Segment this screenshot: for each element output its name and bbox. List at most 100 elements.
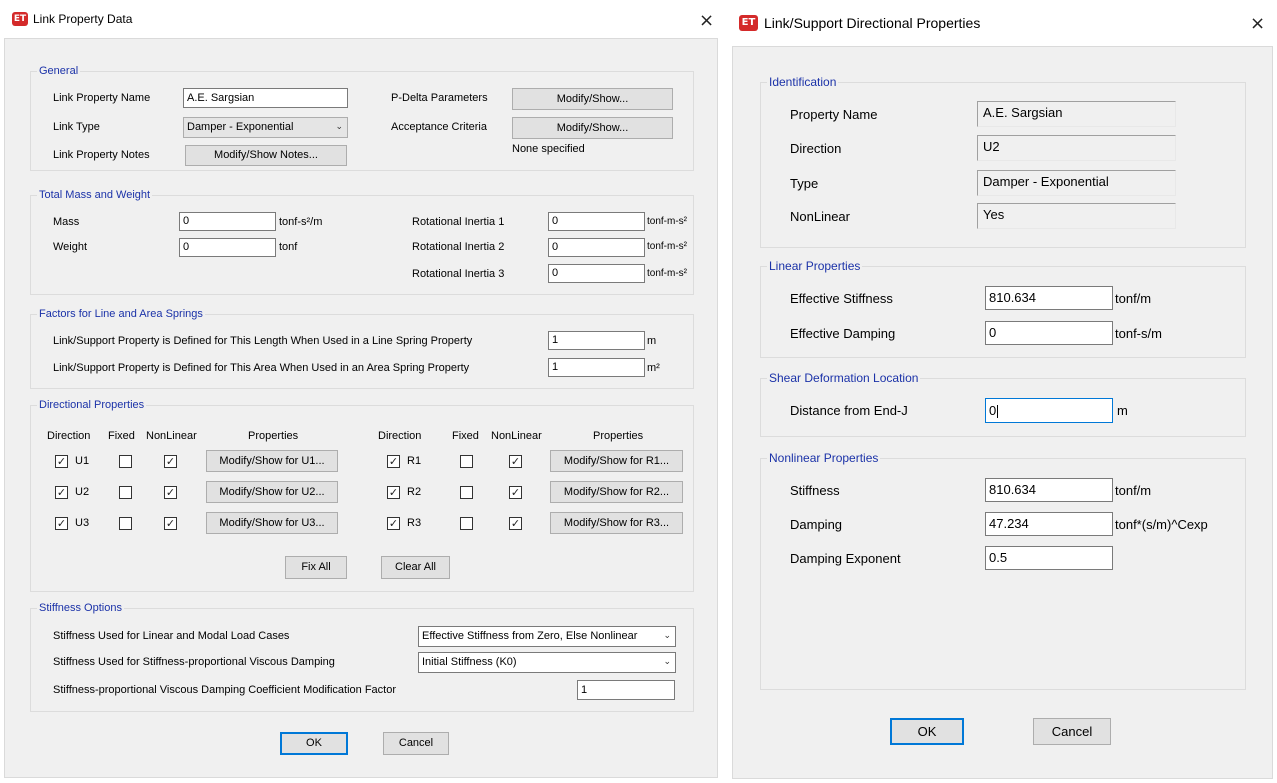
modify-show-u3-button[interactable]: Modify/Show for U3... bbox=[206, 512, 338, 534]
acceptance-status-text: None specified bbox=[512, 143, 585, 155]
nonlinear-r3-checkbox[interactable]: ✓ bbox=[509, 517, 522, 530]
nonlinear-value: Yes bbox=[977, 203, 1176, 229]
rotational-inertia-3-label: Rotational Inertia 3 bbox=[412, 268, 505, 280]
text-caret bbox=[997, 405, 999, 419]
etabs-app-icon: ET bbox=[739, 15, 758, 31]
direction-u3-checkbox[interactable]: ✓ bbox=[55, 517, 68, 530]
line-spring-length-input[interactable]: 1 bbox=[548, 331, 645, 350]
stiffness-proportional-label: Stiffness Used for Stiffness-proportiona… bbox=[53, 656, 335, 668]
property-name-value: A.E. Sargsian bbox=[977, 101, 1176, 127]
fixed-r1-checkbox[interactable] bbox=[460, 455, 473, 468]
line-spring-length-label: Link/Support Property is Defined for Thi… bbox=[53, 335, 473, 347]
nonlinear-u3-checkbox[interactable]: ✓ bbox=[164, 517, 177, 530]
distance-end-j-input[interactable]: 0 bbox=[985, 398, 1113, 423]
link-type-select[interactable]: Damper - Exponential ⌄ bbox=[183, 117, 348, 138]
rotational-inertia-2-unit: tonf-m-s² bbox=[647, 241, 687, 252]
modify-show-u1-button[interactable]: Modify/Show for U1... bbox=[206, 450, 338, 472]
fix-all-button[interactable]: Fix All bbox=[285, 556, 347, 579]
rotational-inertia-1-label: Rotational Inertia 1 bbox=[412, 216, 505, 228]
acceptance-modify-show-button[interactable]: Modify/Show... bbox=[512, 117, 673, 139]
modify-show-notes-button[interactable]: Modify/Show Notes... bbox=[185, 145, 347, 166]
direction-r2-label: R2 bbox=[407, 486, 422, 498]
area-spring-area-input[interactable]: 1 bbox=[548, 358, 645, 377]
effective-stiffness-label: Effective Stiffness bbox=[790, 291, 893, 306]
area-spring-area-label: Link/Support Property is Defined for Thi… bbox=[53, 362, 470, 374]
general-group: General Link Property Name A.E. Sargsian… bbox=[30, 65, 694, 171]
modify-show-r2-button[interactable]: Modify/Show for R2... bbox=[550, 481, 683, 503]
distance-end-j-unit: m bbox=[1117, 403, 1128, 418]
direction-value: U2 bbox=[977, 135, 1176, 161]
mass-weight-group: Total Mass and Weight Mass 0 tonf-s²/m W… bbox=[30, 189, 694, 295]
stiffness-proportional-select[interactable]: Initial Stiffness (K0) ⌄ bbox=[418, 652, 676, 673]
dialog-title: Link Property Data bbox=[33, 12, 133, 26]
type-value: Damper - Exponential bbox=[977, 170, 1176, 196]
ok-button[interactable]: OK bbox=[280, 732, 348, 755]
nonlinear-label: NonLinear bbox=[790, 209, 850, 224]
weight-input[interactable]: 0 bbox=[179, 238, 276, 257]
rotational-inertia-1-input[interactable]: 0 bbox=[548, 212, 645, 231]
fixed-r2-checkbox[interactable] bbox=[460, 486, 473, 499]
stiffness-linear-modal-value: Effective Stiffness from Zero, Else Nonl… bbox=[422, 630, 638, 642]
stiffness-options-group: Stiffness Options Stiffness Used for Lin… bbox=[30, 602, 694, 712]
modify-show-u2-button[interactable]: Modify/Show for U2... bbox=[206, 481, 338, 503]
direction-r1-checkbox[interactable]: ✓ bbox=[387, 455, 400, 468]
damping-unit: tonf*(s/m)^Cexp bbox=[1115, 517, 1208, 532]
group-title: Shear Deformation Location bbox=[767, 371, 921, 385]
cancel-button[interactable]: Cancel bbox=[383, 732, 449, 755]
damping-coefficient-factor-input[interactable]: 1 bbox=[577, 680, 675, 700]
weight-label: Weight bbox=[53, 241, 88, 253]
direction-u1-label: U1 bbox=[75, 455, 90, 467]
direction-header: Direction bbox=[47, 430, 91, 442]
nonlinear-properties-group: Nonlinear Properties Stiffness 810.634 t… bbox=[760, 451, 1246, 690]
rotational-inertia-3-input[interactable]: 0 bbox=[548, 264, 645, 283]
mass-input[interactable]: 0 bbox=[179, 212, 276, 231]
link-property-name-input[interactable]: A.E. Sargsian bbox=[183, 88, 348, 108]
fixed-u2-checkbox[interactable] bbox=[119, 486, 132, 499]
acceptance-criteria-label: Acceptance Criteria bbox=[391, 121, 487, 133]
close-icon[interactable]: × bbox=[1250, 15, 1265, 33]
group-title: Linear Properties bbox=[767, 259, 863, 273]
mass-unit: tonf-s²/m bbox=[279, 216, 323, 228]
fixed-u1-checkbox[interactable] bbox=[119, 455, 132, 468]
effective-stiffness-input[interactable]: 810.634 bbox=[985, 286, 1113, 310]
linear-properties-group: Linear Properties Effective Stiffness 81… bbox=[760, 259, 1246, 358]
direction-r3-checkbox[interactable]: ✓ bbox=[387, 517, 400, 530]
nonlinear-u1-checkbox[interactable]: ✓ bbox=[164, 455, 177, 468]
dialog-body: Identification Property Name A.E. Sargsi… bbox=[732, 46, 1273, 779]
nonlinear-u2-checkbox[interactable]: ✓ bbox=[164, 486, 177, 499]
direction-r2-checkbox[interactable]: ✓ bbox=[387, 486, 400, 499]
modify-show-r1-button[interactable]: Modify/Show for R1... bbox=[550, 450, 683, 472]
direction-r1-label: R1 bbox=[407, 455, 422, 467]
damping-exponent-input[interactable]: 0.5 bbox=[985, 546, 1113, 570]
chevron-down-icon: ⌄ bbox=[663, 657, 671, 667]
stiffness-input[interactable]: 810.634 bbox=[985, 478, 1113, 502]
ok-button[interactable]: OK bbox=[890, 718, 964, 745]
link-property-name-label: Link Property Name bbox=[53, 92, 151, 104]
link-property-notes-label: Link Property Notes bbox=[53, 149, 150, 161]
dialog-body: General Link Property Name A.E. Sargsian… bbox=[4, 38, 718, 778]
link-type-label: Link Type bbox=[53, 121, 100, 133]
distance-end-j-label: Distance from End-J bbox=[790, 403, 908, 418]
title-bar: ET Link/Support Directional Properties × bbox=[728, 0, 1277, 48]
group-title: Total Mass and Weight bbox=[37, 189, 153, 201]
fixed-u3-checkbox[interactable] bbox=[119, 517, 132, 530]
properties-header: Properties bbox=[248, 430, 299, 442]
property-name-label: Property Name bbox=[790, 107, 878, 122]
close-icon[interactable]: × bbox=[699, 12, 714, 30]
cancel-button[interactable]: Cancel bbox=[1033, 718, 1111, 745]
modify-show-r3-button[interactable]: Modify/Show for R3... bbox=[550, 512, 683, 534]
clear-all-button[interactable]: Clear All bbox=[381, 556, 450, 579]
pdelta-modify-show-button[interactable]: Modify/Show... bbox=[512, 88, 673, 110]
shear-deformation-group: Shear Deformation Location Distance from… bbox=[760, 371, 1246, 437]
stiffness-linear-modal-select[interactable]: Effective Stiffness from Zero, Else Nonl… bbox=[418, 626, 676, 647]
rotational-inertia-1-unit: tonf-m-s² bbox=[647, 216, 687, 227]
direction-u2-checkbox[interactable]: ✓ bbox=[55, 486, 68, 499]
direction-u1-checkbox[interactable]: ✓ bbox=[55, 455, 68, 468]
effective-damping-input[interactable]: 0 bbox=[985, 321, 1113, 345]
nonlinear-r2-checkbox[interactable]: ✓ bbox=[509, 486, 522, 499]
fixed-r3-checkbox[interactable] bbox=[460, 517, 473, 530]
fixed-header: Fixed bbox=[452, 430, 479, 442]
damping-input[interactable]: 47.234 bbox=[985, 512, 1113, 536]
rotational-inertia-2-input[interactable]: 0 bbox=[548, 238, 645, 257]
nonlinear-r1-checkbox[interactable]: ✓ bbox=[509, 455, 522, 468]
